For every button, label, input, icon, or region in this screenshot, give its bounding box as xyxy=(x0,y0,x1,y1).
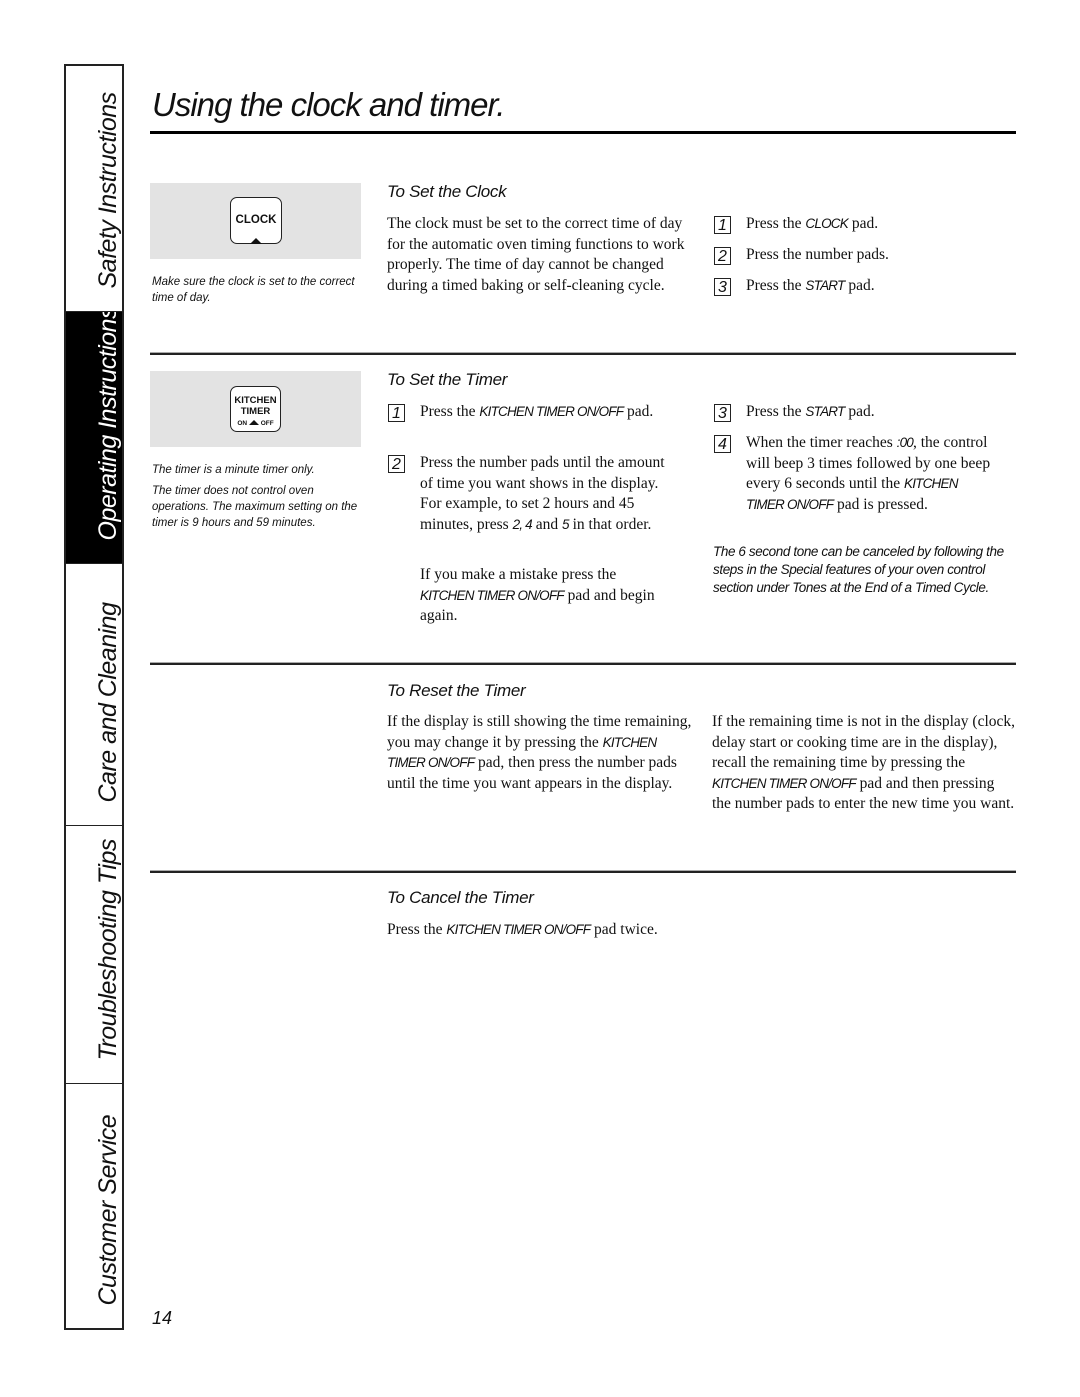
arrow-up-icon xyxy=(250,238,262,244)
pad-on-off: ON OFF xyxy=(237,420,274,427)
tab-label: Troubleshooting Tips xyxy=(94,839,122,1061)
timer-step-1: 1 Press the KITCHEN TIMER ON/OFF pad. xyxy=(388,402,678,423)
clock-step-2: 2 Press the number pads. xyxy=(714,245,889,266)
clock-description: The clock must be set to the correct tim… xyxy=(387,215,685,294)
timer-mistake-text: If you make a mistake press the KITCHEN … xyxy=(420,566,655,624)
step-number: 3 xyxy=(714,404,731,422)
clock-step-1: 1 Press the CLOCK pad. xyxy=(714,214,878,235)
section-tabs: Safety Instructions Operating Instructio… xyxy=(64,64,124,1330)
step-text: Press the CLOCK pad. xyxy=(746,215,879,232)
kitchen-timer-pad: KITCHEN TIMER ON OFF xyxy=(230,386,281,432)
tab-troubleshooting-tips[interactable]: Troubleshooting Tips xyxy=(66,826,122,1084)
timer-caption-1: The timer is a minute timer only. xyxy=(152,464,315,476)
title-divider xyxy=(150,131,1016,134)
tab-label: Operating Instructions xyxy=(94,312,122,541)
step-text: Press the number pads. xyxy=(746,246,889,263)
step-text: Press the KITCHEN TIMER ON/OFF pad. xyxy=(420,403,654,420)
reset-text-col2: If the remaining time is not in the disp… xyxy=(712,713,1016,812)
tab-care-and-cleaning[interactable]: Care and Cleaning xyxy=(66,564,122,826)
tab-operating-instructions[interactable]: Operating Instructions xyxy=(66,312,122,564)
tab-safety-instructions[interactable]: Safety Instructions xyxy=(66,66,122,312)
timer-step-3: 3 Press the START pad. xyxy=(714,402,1009,423)
section-divider xyxy=(150,662,1016,665)
clock-caption: Make sure the clock is set to the correc… xyxy=(152,276,355,304)
clock-pad-illustration: CLOCK xyxy=(150,183,361,259)
step-number: 1 xyxy=(714,216,731,234)
tab-label: Safety Instructions xyxy=(94,92,122,289)
clock-pad-label: CLOCK xyxy=(235,214,277,226)
step-number: 1 xyxy=(388,404,405,422)
arrow-up-icon xyxy=(248,420,259,425)
step-number: 2 xyxy=(714,247,731,265)
clock-pad: CLOCK xyxy=(230,197,282,244)
step-number: 2 xyxy=(388,455,405,473)
tab-label: Customer Service xyxy=(94,1114,122,1306)
timer-tone-note: The 6 second tone can be canceled by fol… xyxy=(713,544,1004,595)
reset-text-col1: If the display is still showing the time… xyxy=(387,713,692,792)
cancel-text: Press the KITCHEN TIMER ON/OFF pad twice… xyxy=(387,921,658,938)
section-divider xyxy=(150,870,1016,873)
tab-label: Care and Cleaning xyxy=(94,602,122,803)
step-text: When the timer reaches :00, the control … xyxy=(746,434,991,513)
pad-label-line1: KITCHEN xyxy=(234,395,277,406)
step-number: 3 xyxy=(714,278,731,296)
timer-caption-2: The timer does not control oven operatio… xyxy=(152,485,358,529)
heading-set-clock: To Set the Clock xyxy=(387,182,507,201)
heading-reset-timer: To Reset the Timer xyxy=(387,681,526,700)
timer-step-4: 4 When the timer reaches :00, the contro… xyxy=(714,433,996,515)
timer-pad-illustration: KITCHEN TIMER ON OFF xyxy=(150,371,361,447)
clock-step-3: 3 Press the START pad. xyxy=(714,276,875,297)
tab-customer-service[interactable]: Customer Service xyxy=(66,1084,122,1328)
timer-step-2: 2 Press the number pads until the amount… xyxy=(388,453,678,535)
pad-label-line2: TIMER xyxy=(240,406,271,417)
page-title: Using the clock and timer. xyxy=(152,86,505,123)
step-text: Press the START pad. xyxy=(746,277,875,294)
heading-set-timer: To Set the Timer xyxy=(387,370,508,389)
step-text: Press the number pads until the amount o… xyxy=(420,454,665,533)
heading-cancel-timer: To Cancel the Timer xyxy=(387,888,534,907)
section-divider xyxy=(150,352,1016,355)
step-text: Press the START pad. xyxy=(746,403,875,420)
step-number: 4 xyxy=(714,435,731,453)
page-number: 14 xyxy=(152,1308,173,1328)
